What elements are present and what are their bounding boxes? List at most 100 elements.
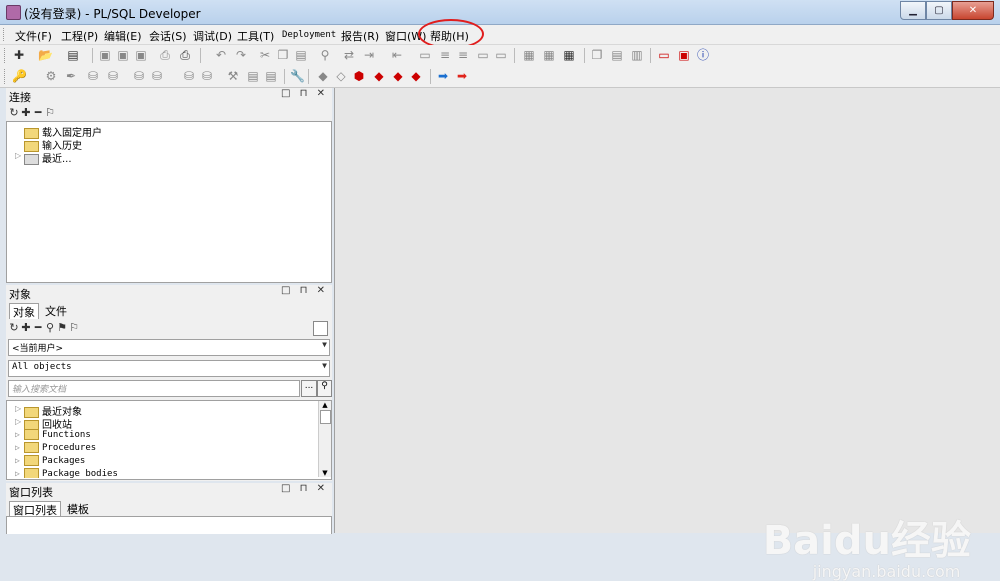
- user-select[interactable]: <当前用户> ▼: [8, 339, 330, 356]
- ruby-icon[interactable]: ⬢: [352, 69, 366, 83]
- tree-item-recycle-bin[interactable]: ▷ 回收站: [15, 416, 72, 431]
- tab-files[interactable]: 文件: [42, 303, 70, 318]
- tab-objects[interactable]: 对象: [9, 303, 39, 319]
- panel-controls[interactable]: □ ⊓ ✕: [281, 285, 328, 296]
- search-options-button[interactable]: ...: [301, 380, 317, 397]
- tile-horizontal-icon[interactable]: ▤: [610, 48, 624, 62]
- compare-icon[interactable]: ⚒: [226, 69, 240, 83]
- template-icon[interactable]: ▤: [264, 69, 278, 83]
- wrench-icon[interactable]: 🔧: [290, 69, 305, 83]
- comment-icon[interactable]: ▭: [418, 48, 432, 62]
- menu-edit[interactable]: 编辑(E): [104, 28, 142, 44]
- window-list-title: 窗口列表: [9, 486, 53, 499]
- menu-session[interactable]: 会话(S): [149, 28, 187, 44]
- execute-gear-icon[interactable]: ⚙: [44, 69, 58, 83]
- new-icon[interactable]: ✚: [12, 48, 26, 62]
- tree-item-history[interactable]: 输入历史: [15, 137, 82, 152]
- break-icon[interactable]: ✒: [64, 69, 78, 83]
- remove-icon[interactable]: ━: [32, 106, 44, 119]
- tag-icon[interactable]: ◆: [372, 69, 386, 83]
- print-setup-icon[interactable]: ⎙: [178, 48, 192, 62]
- logon-key-icon[interactable]: 🔑: [12, 69, 27, 83]
- tab-window-list[interactable]: 窗口列表: [9, 501, 61, 517]
- minimize-button[interactable]: ▁: [900, 1, 926, 20]
- add-icon[interactable]: ✚: [20, 106, 32, 119]
- menu-file[interactable]: 文件(F): [15, 28, 52, 44]
- toggle-checkbox[interactable]: [313, 321, 328, 336]
- explain-plan-icon[interactable]: ▦: [542, 48, 556, 62]
- find-icon[interactable]: ⚲: [318, 48, 332, 62]
- tree-item-package-bodies[interactable]: ▷ Package bodies: [15, 468, 118, 478]
- save-icon[interactable]: ▣: [98, 48, 112, 62]
- uppercase-icon[interactable]: ≡: [438, 48, 452, 62]
- redo-icon[interactable]: ↷: [234, 48, 248, 62]
- marker-icon[interactable]: ◆: [391, 69, 405, 83]
- refresh-icon[interactable]: ↻: [8, 321, 20, 334]
- forward-arrow-icon[interactable]: ➡: [455, 69, 469, 83]
- print-icon[interactable]: ▤: [66, 48, 80, 62]
- printer-icon[interactable]: ⎙: [158, 48, 172, 62]
- connection-panel: 连接 □ ⊓ ✕ ↻ ✚ ━ ⚐ 载入固定用户 输入历史 ▷ 最近...: [6, 88, 332, 283]
- format-icon[interactable]: ▭: [476, 48, 490, 62]
- describe-icon[interactable]: ▦: [562, 48, 576, 62]
- commit-icon[interactable]: ⛁: [86, 69, 100, 83]
- object-icon[interactable]: ◆: [316, 69, 330, 83]
- report-icon[interactable]: ▤: [246, 69, 260, 83]
- cascade-icon[interactable]: ❐: [590, 48, 604, 62]
- tree-item-functions[interactable]: ▷ Functions: [15, 429, 91, 442]
- oracle-icon[interactable]: ▭: [657, 48, 671, 62]
- object-filter-select[interactable]: All objects ▼: [8, 360, 330, 377]
- export-icon[interactable]: ⛁: [182, 69, 196, 83]
- pdf-help-icon[interactable]: ▣: [677, 48, 691, 62]
- macro-icon[interactable]: ▭: [494, 48, 508, 62]
- paste-icon[interactable]: ▤: [294, 48, 308, 62]
- query-builder-icon[interactable]: ▦: [522, 48, 536, 62]
- cut-icon[interactable]: ✂: [258, 48, 272, 62]
- tab-templates[interactable]: 模板: [64, 501, 92, 516]
- properties-icon[interactable]: ⚐: [44, 106, 56, 119]
- back-arrow-icon[interactable]: ➡: [436, 69, 450, 83]
- remove-icon[interactable]: ━: [32, 321, 44, 334]
- open-folder-icon[interactable]: 📂: [38, 48, 53, 62]
- refresh-icon[interactable]: ↻: [8, 106, 20, 119]
- save-all-icon[interactable]: ▣: [134, 48, 148, 62]
- unindent-icon[interactable]: ⇤: [390, 48, 404, 62]
- panel-controls[interactable]: □ ⊓ ✕: [281, 483, 328, 494]
- menu-project[interactable]: 工程(P): [61, 28, 98, 44]
- lowercase-icon[interactable]: ≡: [456, 48, 470, 62]
- close-button[interactable]: ✕: [952, 1, 994, 20]
- properties-icon[interactable]: ⚐: [68, 321, 80, 334]
- rollback-icon[interactable]: ⛁: [106, 69, 120, 83]
- copy-icon[interactable]: ❐: [276, 48, 290, 62]
- fetch-icon[interactable]: ⛁: [132, 69, 146, 83]
- maximize-button[interactable]: ▢: [926, 1, 952, 20]
- tree-item-recent[interactable]: ▷ 最近...: [15, 150, 72, 165]
- find-binoculars-icon[interactable]: ⚲: [44, 321, 56, 334]
- fetch-all-icon[interactable]: ⛁: [150, 69, 164, 83]
- panel-controls[interactable]: □ ⊓ ✕: [281, 88, 328, 99]
- filter-icon[interactable]: ⚑: [56, 321, 68, 334]
- tile-vertical-icon[interactable]: ▥: [630, 48, 644, 62]
- import-icon[interactable]: ⛁: [200, 69, 214, 83]
- indent-icon[interactable]: ⇥: [362, 48, 376, 62]
- about-info-icon[interactable]: ⓘ: [696, 48, 710, 62]
- brush-icon[interactable]: ◆: [409, 69, 423, 83]
- menu-reports[interactable]: 报告(R): [341, 28, 379, 44]
- connection-panel-title: 连接: [9, 91, 31, 104]
- replace-icon[interactable]: ⇄: [342, 48, 356, 62]
- menu-tools[interactable]: 工具(T): [237, 28, 274, 44]
- tree-item-recent-objects[interactable]: ▷ 最近对象: [15, 403, 82, 418]
- search-input[interactable]: 输入搜索文档: [8, 380, 300, 397]
- undo-icon[interactable]: ↶: [214, 48, 228, 62]
- search-go-icon[interactable]: ⚲: [317, 380, 332, 397]
- eraser-icon[interactable]: ◇: [334, 69, 348, 83]
- tree-item-fixed-users[interactable]: 载入固定用户: [15, 124, 102, 139]
- menu-debug[interactable]: 调试(D): [193, 28, 232, 44]
- save-as-icon[interactable]: ▣: [116, 48, 130, 62]
- mdi-workspace: Baidu经验 jingyan.baidu.com: [334, 88, 1000, 581]
- tree-scrollbar[interactable]: ▲ ▼: [318, 401, 331, 477]
- tree-item-packages[interactable]: ▷ Packages: [15, 455, 85, 468]
- menu-deployment[interactable]: Deployment: [282, 30, 336, 40]
- tree-item-procedures[interactable]: ▷ Procedures: [15, 442, 96, 455]
- add-icon[interactable]: ✚: [20, 321, 32, 334]
